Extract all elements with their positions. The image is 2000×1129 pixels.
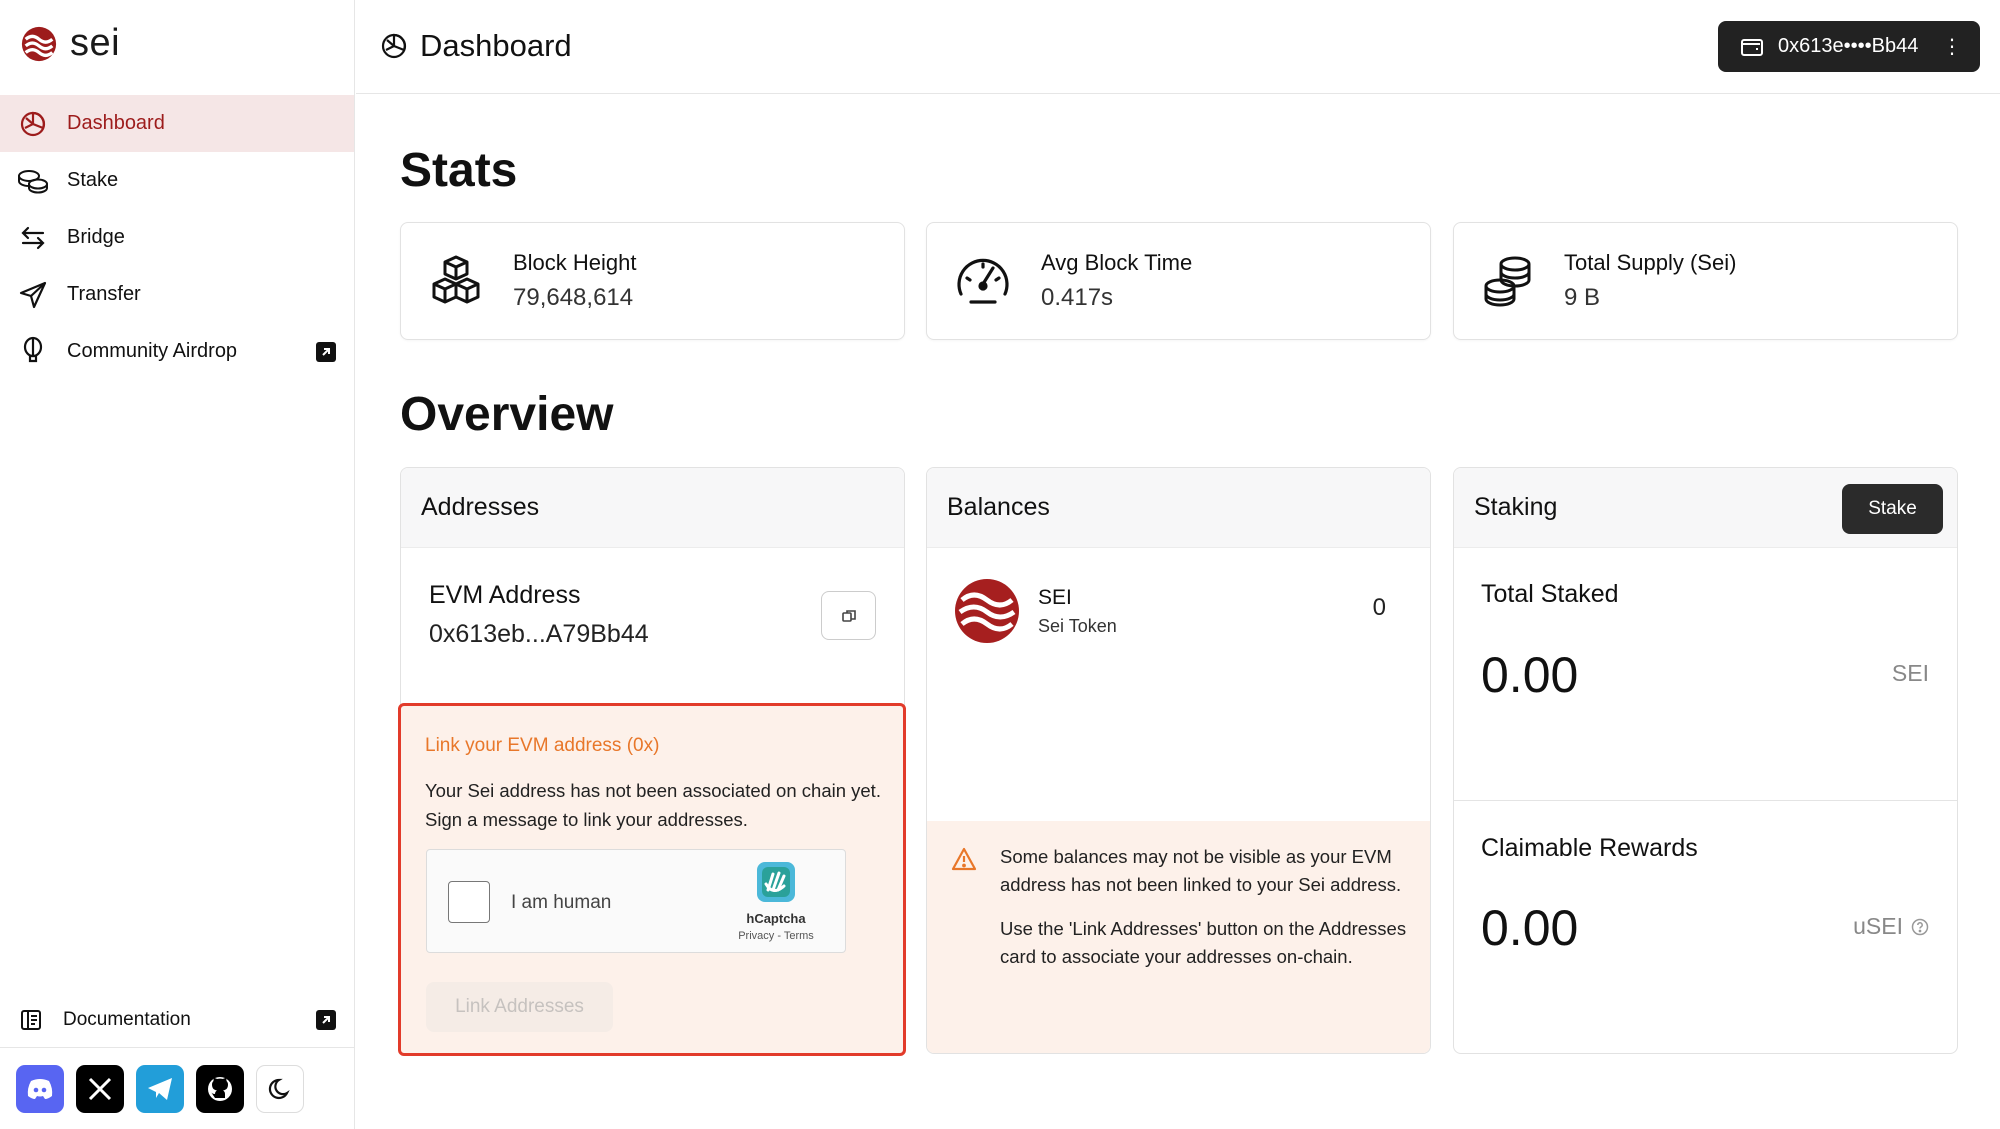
blocks-icon (432, 255, 480, 304)
top-header: Dashboard 0x613e••••Bb44 ⋮ (356, 0, 2000, 94)
copy-address-button[interactable] (821, 591, 876, 640)
card-header: Addresses (401, 468, 904, 548)
sei-logo-icon (21, 26, 57, 61)
claimable-rewards-unit: uSEI (1853, 913, 1929, 940)
divider (1454, 800, 1957, 801)
sidebar-item-label: Bridge (67, 226, 125, 248)
copy-icon (841, 609, 856, 622)
sidebar-item-bridge[interactable]: Bridge (0, 209, 354, 266)
dashboard-icon (381, 33, 407, 59)
card-header: Balances (927, 468, 1430, 548)
telegram-icon[interactable] (136, 1064, 184, 1113)
card-header: Staking Stake (1454, 468, 1957, 548)
token-name: Sei Token (1038, 615, 1117, 636)
total-staked-label: Total Staked (1481, 580, 1619, 608)
wallet-button[interactable]: 0x613e••••Bb44 ⋮ (1718, 21, 1980, 72)
coins-icon (17, 165, 49, 197)
token-balance: 0 (1372, 594, 1386, 621)
sidebar-nav: Dashboard Stake Bridge Transfer Communit… (0, 95, 354, 380)
sidebar-item-stake[interactable]: Stake (0, 152, 354, 209)
dashboard-icon (17, 108, 49, 140)
token-row[interactable]: SEI Sei Token (954, 578, 1117, 644)
help-icon[interactable] (1911, 918, 1929, 936)
card-title: Addresses (421, 493, 540, 521)
speedometer-icon (957, 258, 1009, 304)
sei-logo[interactable]: sei (20, 22, 120, 65)
wallet-address: 0x613e••••Bb44 (1778, 35, 1919, 57)
more-options-icon[interactable]: ⋮ (1942, 34, 1962, 59)
captcha-label: I am human (511, 892, 612, 913)
x-icon[interactable] (76, 1064, 124, 1113)
warning-line-2: Use the 'Link Addresses' button on the A… (1000, 918, 1407, 967)
card-title: Balances (947, 493, 1050, 521)
sidebar: sei Dashboard Stake Bridge Transfer Comm… (0, 0, 355, 1129)
claimable-rewards-value: 0.00 (1481, 900, 1579, 956)
sidebar-item-label: Transfer (67, 283, 141, 305)
sidebar-item-transfer[interactable]: Transfer (0, 266, 354, 323)
document-icon (17, 1006, 45, 1034)
sidebar-item-dashboard[interactable]: Dashboard (0, 95, 354, 152)
stat-value: 0.417s (1041, 284, 1114, 311)
token-symbol: SEI (1038, 585, 1072, 609)
hcaptcha-name: hCaptcha (746, 911, 806, 926)
discord-icon[interactable] (16, 1064, 64, 1113)
evm-address-value: 0x613eb...A79Bb44 (429, 620, 649, 648)
sidebar-item-label: Dashboard (67, 112, 165, 134)
brand-name: sei (70, 22, 121, 64)
stat-card-block-height: Block Height 79,648,614 (400, 222, 905, 340)
unit-label: uSEI (1853, 913, 1903, 939)
moon-icon[interactable] (256, 1064, 304, 1113)
card-title: Staking (1474, 493, 1558, 521)
claimable-rewards-label: Claimable Rewards (1481, 834, 1698, 862)
balance-warning: Some balances may not be visible as your… (927, 821, 1430, 1053)
link-evm-address-panel: Link your EVM address (0x) Your Sei addr… (398, 703, 906, 1056)
warning-line-1: Some balances may not be visible as your… (1000, 846, 1402, 895)
balances-card: Balances SEI Sei Token 0 Some balances m… (926, 467, 1431, 1054)
stat-label: Block Height (513, 250, 637, 275)
sidebar-item-community-airdrop[interactable]: Community Airdrop (0, 323, 354, 380)
stats-heading: Stats (400, 144, 518, 197)
hcaptcha-privacy-terms[interactable]: Privacy - Terms (721, 930, 831, 942)
github-icon[interactable] (196, 1064, 244, 1113)
captcha-checkbox[interactable] (448, 881, 490, 923)
link-panel-title: Link your EVM address (0x) (425, 735, 660, 756)
link-addresses-button[interactable]: Link Addresses (426, 982, 613, 1032)
hcaptcha-widget: I am human hCaptcha Privacy - Terms (426, 849, 846, 953)
hcaptcha-logo-icon (757, 862, 795, 902)
bridge-arrows-icon (17, 222, 49, 254)
total-staked-unit: SEI (1892, 660, 1929, 687)
social-links (0, 1047, 354, 1129)
warning-icon (951, 847, 977, 871)
wallet-icon (1741, 38, 1763, 56)
sidebar-item-documentation[interactable]: Documentation (0, 1000, 354, 1040)
page-title-text: Dashboard (420, 28, 572, 63)
external-link-icon (316, 341, 336, 362)
sidebar-item-label: Documentation (63, 1009, 191, 1030)
link-panel-description: Your Sei address has not been associated… (425, 780, 881, 830)
stake-button[interactable]: Stake (1842, 484, 1943, 534)
stat-label: Avg Block Time (1041, 250, 1193, 275)
sidebar-item-label: Stake (67, 169, 119, 191)
sidebar-item-label: Community Airdrop (67, 340, 238, 362)
stat-value: 9 B (1564, 284, 1601, 311)
warning-text: Some balances may not be visible as your… (1000, 843, 1410, 971)
staking-card: Staking Stake Total Staked 0.00 SEI Clai… (1453, 467, 1958, 1054)
total-staked-value: 0.00 (1481, 647, 1579, 703)
overview-heading: Overview (400, 388, 614, 441)
evm-address-label: EVM Address (429, 581, 581, 609)
page-title: Dashboard (380, 28, 572, 64)
stat-card-total-supply: Total Supply (Sei) 9 B (1453, 222, 1958, 340)
stat-label: Total Supply (Sei) (1564, 250, 1737, 275)
external-link-icon (316, 1010, 336, 1030)
stat-value: 79,648,614 (513, 284, 634, 311)
send-icon (17, 279, 49, 311)
coin-stack-icon (1484, 256, 1531, 307)
sei-token-icon (955, 579, 1019, 643)
balloon-icon (17, 336, 49, 368)
stat-card-avg-block-time: Avg Block Time 0.417s (926, 222, 1431, 340)
unit-label: SEI (1891, 660, 1929, 686)
hcaptcha-brand: hCaptcha Privacy - Terms (721, 860, 831, 942)
